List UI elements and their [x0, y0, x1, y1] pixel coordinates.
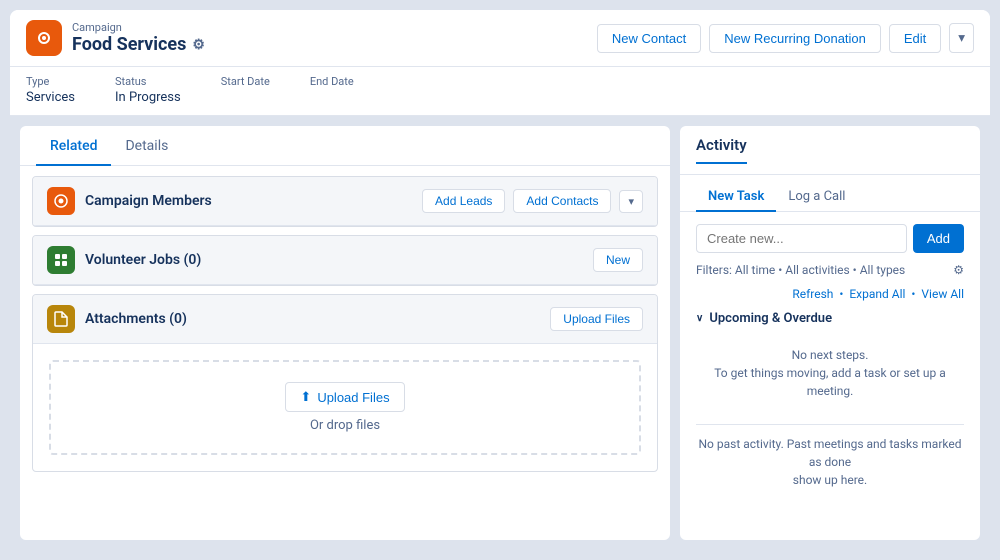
campaign-members-dropdown[interactable]: ▾: [619, 190, 643, 213]
volunteer-jobs-header: Volunteer Jobs (0) New: [33, 236, 657, 285]
chevron-icon: ∨: [696, 313, 703, 324]
volunteer-jobs-actions: New: [593, 248, 643, 272]
start-date-value: [221, 90, 270, 105]
app-label: Campaign: [72, 21, 205, 34]
section-title-left-2: Volunteer Jobs (0): [47, 246, 201, 274]
no-next-steps-line2: To get things moving, add a task or set …: [696, 364, 964, 400]
upcoming-overdue-header[interactable]: ∨ Upcoming & Overdue: [696, 311, 964, 326]
tabs: Related Details: [20, 126, 670, 166]
no-next-steps-line1: No next steps.: [696, 346, 964, 364]
type-value: Services: [26, 90, 75, 105]
status-label: Status: [115, 75, 181, 88]
campaign-members-section: Campaign Members Add Leads Add Contacts …: [32, 176, 658, 227]
volunteer-icon: [47, 246, 75, 274]
status-field: Status In Progress: [115, 75, 181, 105]
add-leads-button[interactable]: Add Leads: [422, 189, 505, 213]
left-panel: Related Details Camp: [20, 126, 670, 540]
end-date-label: End Date: [310, 75, 354, 88]
activity-tabs: New Task Log a Call: [680, 175, 980, 212]
meta-bar: Type Services Status In Progress Start D…: [10, 67, 990, 116]
create-new-row: Add: [696, 224, 964, 253]
upcoming-overdue-title: Upcoming & Overdue: [709, 311, 832, 326]
campaign-icon: [47, 187, 75, 215]
activity-header: Activity: [680, 126, 980, 175]
new-contact-button[interactable]: New Contact: [597, 24, 701, 53]
attachments-title: Attachments (0): [85, 311, 187, 327]
start-date-field: Start Date: [221, 75, 270, 105]
upload-files-button-header[interactable]: Upload Files: [550, 307, 643, 331]
expand-all-link[interactable]: Expand All: [849, 287, 905, 301]
attachments-section: Attachments (0) Upload Files ⬆ Upload Fi…: [32, 294, 658, 472]
network-icon: ⚙: [192, 37, 205, 53]
edit-button[interactable]: Edit: [889, 24, 941, 53]
section-title-left-3: Attachments (0): [47, 305, 187, 333]
status-value: In Progress: [115, 90, 181, 105]
new-recurring-donation-button[interactable]: New Recurring Donation: [709, 24, 881, 53]
campaign-members-header: Campaign Members Add Leads Add Contacts …: [33, 177, 657, 226]
campaign-members-title: Campaign Members: [85, 193, 212, 209]
filters-row: Filters: All time • All activities • All…: [696, 263, 964, 277]
drop-zone: ⬆ Upload Files Or drop files: [49, 360, 641, 455]
drop-text: Or drop files: [310, 418, 380, 433]
tab-log-call[interactable]: Log a Call: [776, 183, 857, 212]
upload-files-label: Upload Files: [317, 390, 389, 405]
tab-related[interactable]: Related: [36, 126, 111, 166]
attachment-icon: [47, 305, 75, 333]
filters-text: Filters: All time • All activities • All…: [696, 263, 905, 277]
upload-icon: ⬆: [300, 389, 311, 405]
links-row: Refresh • Expand All • View All: [696, 287, 964, 301]
dropdown-button[interactable]: ▾: [949, 23, 974, 53]
header-actions: New Contact New Recurring Donation Edit …: [597, 23, 974, 53]
campaign-members-actions: Add Leads Add Contacts ▾: [422, 189, 643, 213]
sections-container: Campaign Members Add Leads Add Contacts …: [20, 166, 670, 540]
type-label: Type: [26, 75, 75, 88]
start-date-label: Start Date: [221, 75, 270, 88]
upload-files-button[interactable]: ⬆ Upload Files: [285, 382, 404, 412]
attachments-actions: Upload Files: [550, 307, 643, 331]
new-volunteer-job-button[interactable]: New: [593, 248, 643, 272]
app-icon: [26, 20, 62, 56]
past-activity: No past activity. Past meetings and task…: [696, 424, 964, 499]
no-next-steps: No next steps. To get things moving, add…: [696, 336, 964, 410]
volunteer-jobs-section: Volunteer Jobs (0) New: [32, 235, 658, 286]
add-contacts-button[interactable]: Add Contacts: [513, 189, 611, 213]
attachments-header: Attachments (0) Upload Files: [33, 295, 657, 344]
tab-new-task[interactable]: New Task: [696, 183, 776, 212]
section-title-left: Campaign Members: [47, 187, 212, 215]
volunteer-jobs-title: Volunteer Jobs (0): [85, 252, 201, 268]
activity-body: Add Filters: All time • All activities •…: [680, 212, 980, 540]
end-date-value: [310, 90, 354, 105]
upload-area: ⬆ Upload Files Or drop files: [33, 344, 657, 471]
create-new-input[interactable]: [696, 224, 907, 253]
view-all-link[interactable]: View All: [921, 287, 964, 301]
add-button[interactable]: Add: [913, 224, 964, 253]
refresh-link[interactable]: Refresh: [792, 287, 833, 301]
activity-title: Activity: [696, 136, 747, 164]
type-field: Type Services: [26, 75, 75, 105]
end-date-field: End Date: [310, 75, 354, 105]
page-title: Food Services: [72, 34, 186, 55]
tab-details[interactable]: Details: [111, 126, 182, 166]
activity-panel: Activity New Task Log a Call Add Filters…: [680, 126, 980, 540]
gear-icon[interactable]: ⚙: [953, 263, 964, 277]
